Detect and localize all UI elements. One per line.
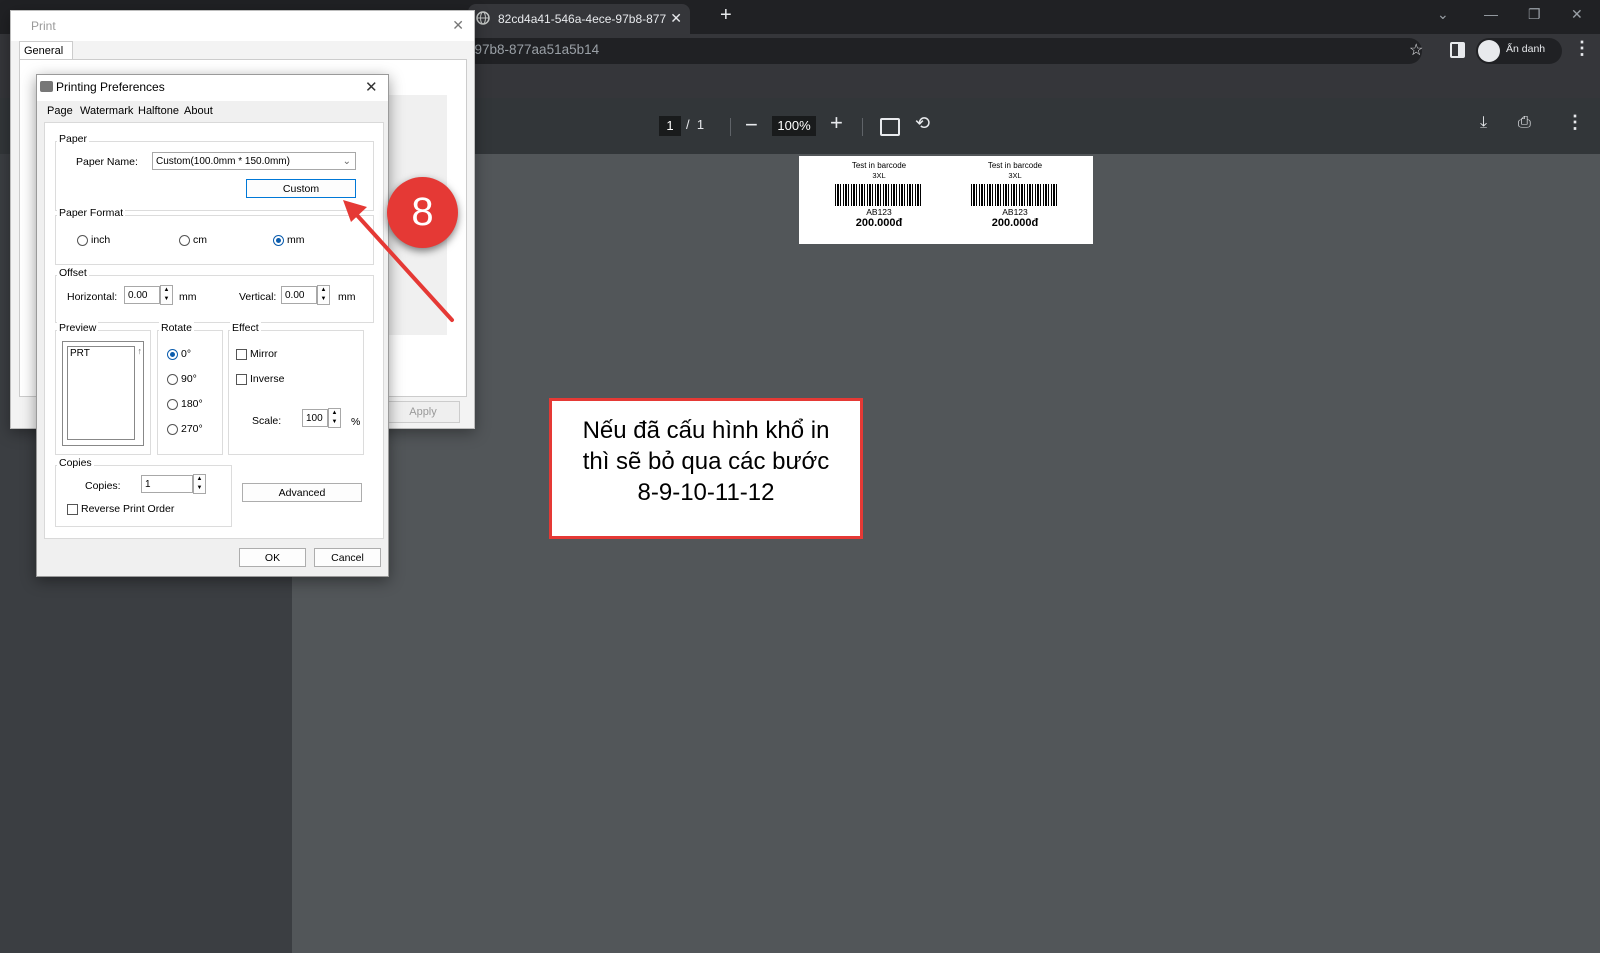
note-line: 8-9-10-11-12 (637, 479, 775, 506)
note-line: thì sẽ bỏ qua các bước (582, 448, 830, 475)
arrow-head (343, 200, 367, 222)
instruction-note: Nếu đã cấu hình khổ in thì sẽ bỏ qua các… (549, 398, 863, 539)
note-line: Nếu đã cấu hình khổ in (582, 417, 830, 444)
step-badge: 8 (387, 177, 458, 248)
